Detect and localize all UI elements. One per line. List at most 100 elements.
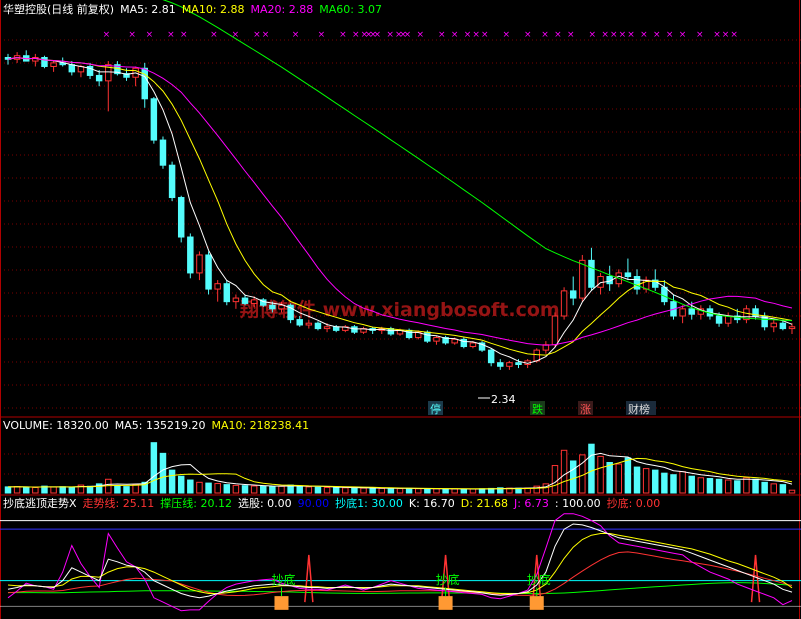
- x-marker: ×: [374, 30, 382, 40]
- candle-body: [250, 299, 258, 304]
- volume-bar: [770, 483, 778, 494]
- candle-body: [487, 349, 495, 364]
- volume-bar: [86, 485, 94, 494]
- stock-title: 华塑控股(日线 前复权): [3, 3, 115, 16]
- candle-body: [95, 74, 103, 82]
- candle: [223, 280, 231, 306]
- candle-body: [779, 322, 787, 330]
- j-line: [7, 513, 793, 612]
- volume-bar: [250, 485, 258, 494]
- candle-body: [205, 254, 212, 290]
- candle-body: [314, 322, 322, 330]
- x-marker: ×: [472, 30, 480, 40]
- volume-bar: [734, 480, 741, 494]
- x-marker: ×: [417, 30, 425, 40]
- volume-bar: [360, 487, 367, 494]
- volume-bar: [442, 488, 449, 494]
- candle-body: [533, 349, 540, 362]
- volume-bar: [551, 465, 559, 494]
- candle-body: [41, 56, 48, 67]
- x-marker: ×: [404, 30, 412, 40]
- indicator-legend-item-1: 撑压线: 20.12: [160, 497, 232, 510]
- candle: [551, 312, 559, 347]
- candle: [579, 254, 586, 302]
- candle: [105, 61, 112, 112]
- candle: [150, 96, 158, 144]
- candle: [360, 326, 367, 334]
- volume-bar: [159, 452, 167, 494]
- candle: [670, 294, 677, 320]
- candle-body: [770, 322, 778, 328]
- candle: [542, 341, 550, 354]
- candle: [752, 305, 759, 320]
- x-marker: ×: [146, 30, 154, 40]
- event-marker-fall-label: 跌: [532, 402, 543, 416]
- volume-header: VOLUME: 18320.00 MA5: 135219.20 MA10: 2182…: [3, 419, 315, 433]
- volume-bar: [642, 468, 650, 494]
- candle: [68, 61, 76, 76]
- volume-bar: [624, 457, 632, 494]
- candle: [387, 326, 395, 336]
- candle: [770, 319, 778, 333]
- candle: [743, 305, 750, 324]
- volume-bar: [752, 478, 759, 494]
- candle: [314, 321, 322, 331]
- x-marker: ×: [167, 30, 175, 40]
- candle: [32, 53, 39, 67]
- x-marker: ×: [128, 30, 136, 40]
- ma-legend-item-3: MA60: 3.07: [319, 3, 382, 16]
- ma-legend-item-2: MA20: 2.88: [250, 3, 314, 16]
- low-price-annotation: 2.34: [478, 393, 516, 406]
- volume-bar: [13, 486, 21, 494]
- ma-legend-item-0: MA5: 2.81: [120, 3, 176, 16]
- ma60-line: [162, 0, 793, 322]
- volume-bar: [323, 487, 331, 494]
- indicator-legend-item-5: K: 16.70: [408, 497, 455, 510]
- volume-bar: [387, 487, 395, 494]
- candle: [214, 280, 221, 302]
- volume-bar: [588, 443, 595, 494]
- volume-bar: [369, 487, 376, 494]
- signal-spike: [304, 554, 314, 603]
- x-marker: ×: [653, 30, 661, 40]
- candle: [168, 161, 176, 202]
- x-marker: ×: [210, 30, 218, 40]
- candle-body: [150, 98, 158, 141]
- indicator-lines: 抄底 抄底 抄底: [0, 513, 801, 612]
- candle-body: [451, 338, 458, 344]
- event-markers: 停 跌 涨 财榜: [428, 401, 656, 416]
- candle: [478, 341, 486, 352]
- candle-body: [351, 326, 358, 333]
- volume-bar: [606, 462, 613, 494]
- candle: [41, 55, 48, 69]
- volume-bar: [205, 482, 212, 494]
- candle-body: [633, 276, 641, 290]
- volume-bar: [187, 479, 194, 494]
- ma-legend: MA5: 2.81 MA10: 2.88 MA20: 2.88 MA60: 3.07: [120, 3, 388, 16]
- volume-bar: [761, 481, 768, 494]
- x-marker: ×: [232, 30, 240, 40]
- candle-body: [569, 290, 577, 299]
- candle-body: [560, 290, 568, 317]
- volume-bar: [241, 485, 249, 494]
- candle: [460, 337, 468, 349]
- volume-bar: [661, 472, 668, 494]
- volume-bar: [378, 487, 386, 494]
- x-marker: ×: [438, 30, 446, 40]
- candle: [788, 323, 796, 334]
- candle-body: [788, 326, 796, 330]
- volume-bar: [469, 488, 477, 494]
- volume-bar: [679, 471, 686, 494]
- x-marker: ×: [292, 30, 300, 40]
- candle: [724, 312, 732, 327]
- x-marker: ×: [554, 30, 562, 40]
- candle-body: [168, 164, 176, 199]
- volume-legend-item-2: MA10: 218238.41: [211, 419, 310, 432]
- x-marker: ×: [619, 30, 627, 40]
- candle-body: [296, 319, 303, 326]
- volume-bar: [688, 475, 695, 494]
- x-marker: ×: [386, 30, 394, 40]
- candle-body: [141, 67, 148, 100]
- candle: [487, 348, 495, 367]
- indicator-legend-item-3: 90.00: [297, 497, 330, 510]
